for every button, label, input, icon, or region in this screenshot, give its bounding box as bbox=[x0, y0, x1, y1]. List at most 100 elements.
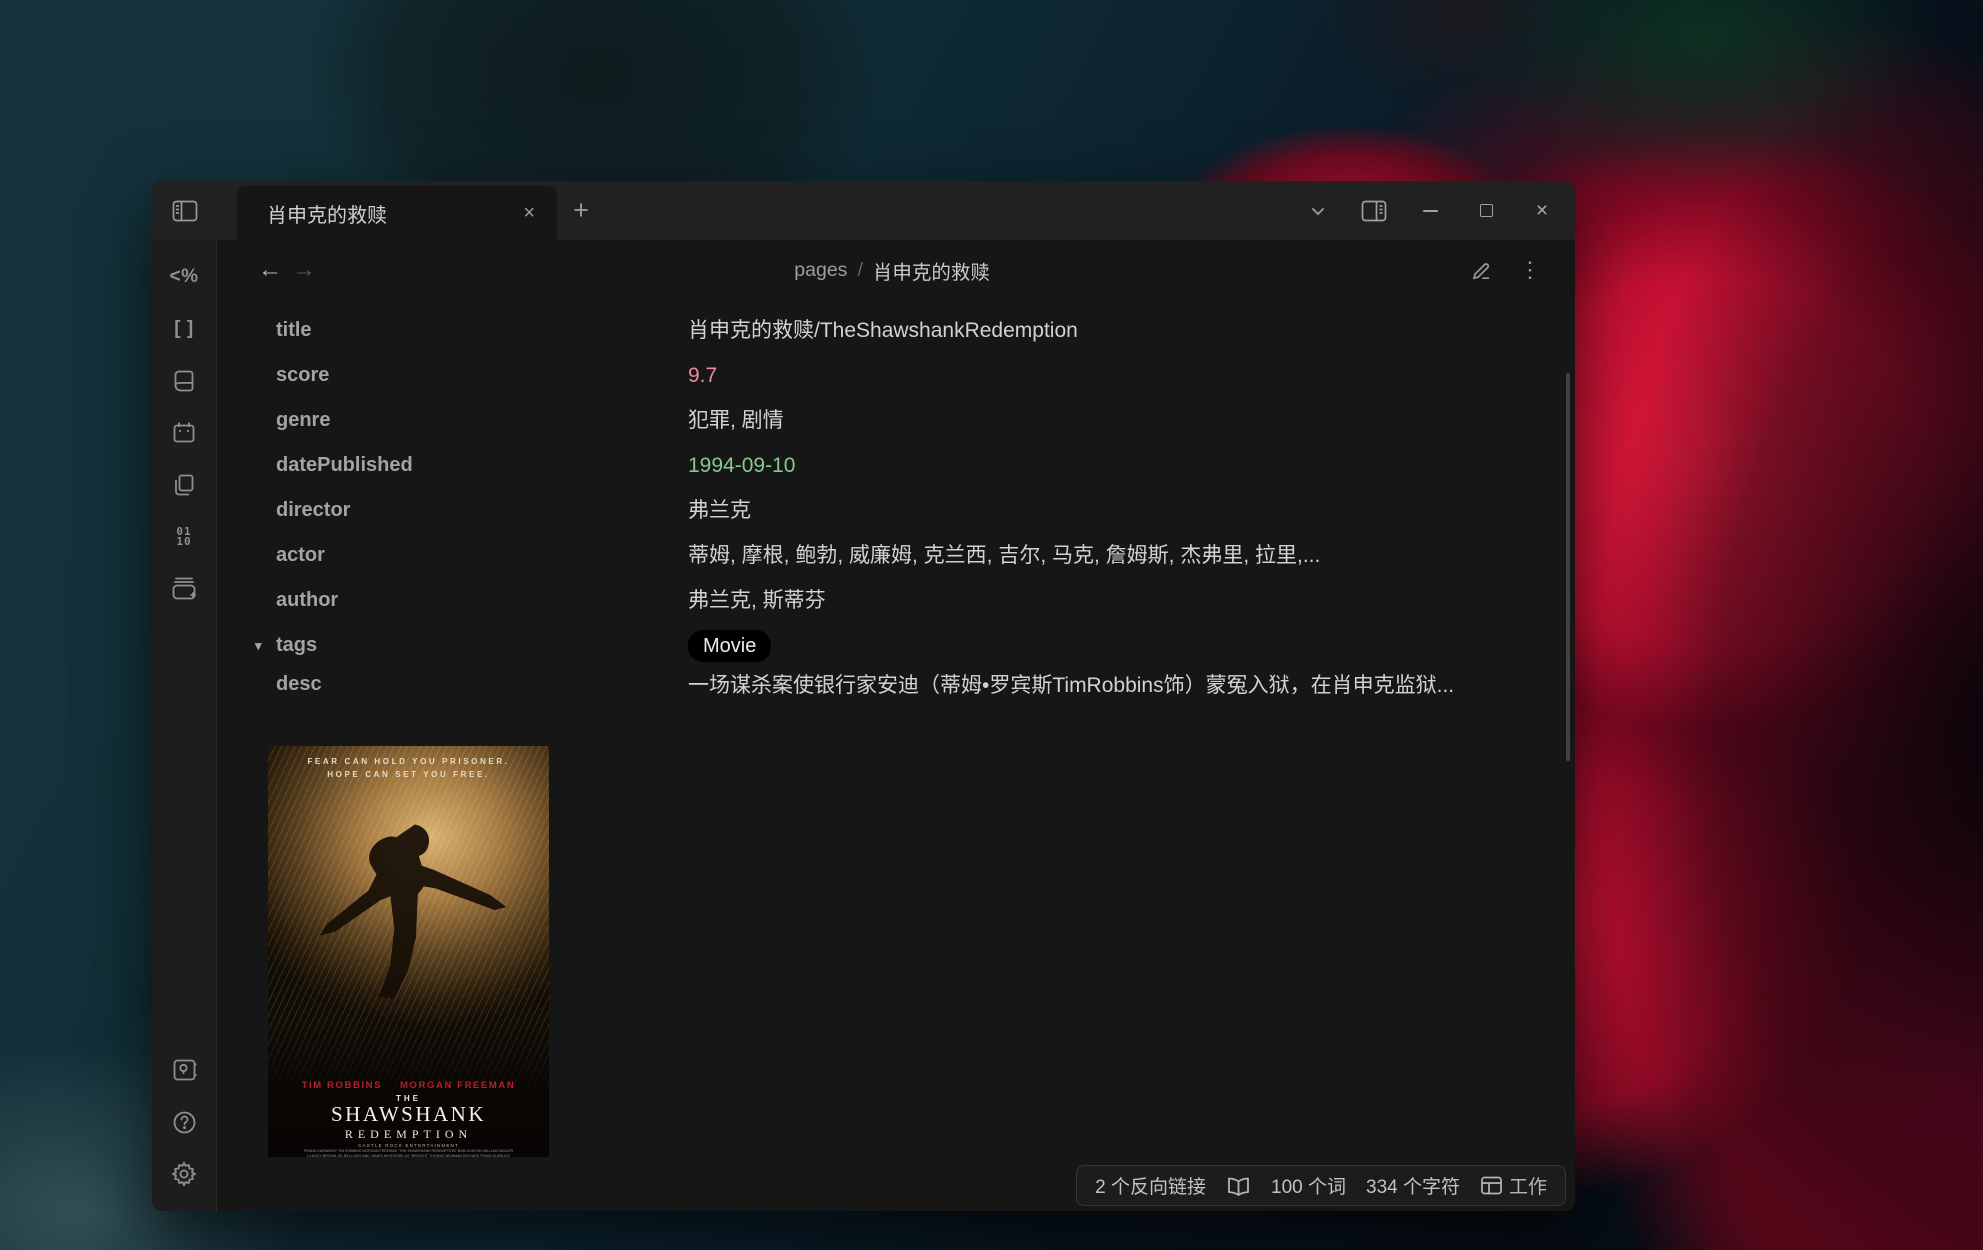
poster-man-silhouette bbox=[291, 786, 527, 1041]
workspace-switcher-button[interactable]: 工作 bbox=[1480, 1172, 1547, 1199]
char-count: 334 个字符 bbox=[1366, 1172, 1460, 1199]
poster-credits-line: CLANCY BROWN GIL BELLOWS AND JAMES WHITM… bbox=[276, 1154, 541, 1157]
attribute-row-title: title 肖申克的救赎/TheShawshankRedemption bbox=[276, 308, 1575, 353]
breadcrumb-parent[interactable]: pages bbox=[794, 259, 847, 282]
attribute-row-desc: desc 一场谋杀案使银行家安迪（蒂姆•罗宾斯TimRobbins饰）蒙冤入狱，… bbox=[276, 668, 1575, 713]
more-options-button[interactable]: ⋮ bbox=[1511, 251, 1549, 289]
close-window-button[interactable]: × bbox=[1521, 190, 1563, 232]
attribute-key[interactable]: ▾ tags bbox=[276, 634, 688, 657]
poster-actor-names: TIM ROBBINS MORGAN FREEMAN bbox=[268, 1080, 549, 1091]
attribute-row-genre: genre 犯罪, 剧情 bbox=[276, 398, 1575, 443]
pencil-icon bbox=[1470, 258, 1494, 282]
back-button[interactable]: ← bbox=[253, 253, 287, 287]
attribute-row-director: director 弗兰克 bbox=[276, 488, 1575, 533]
document-body: title 肖申克的救赎/TheShawshankRedemption scor… bbox=[217, 300, 1575, 1157]
attribute-key[interactable]: score bbox=[276, 364, 688, 387]
binary-icon[interactable]: 01 10 bbox=[167, 522, 201, 552]
tab-close-icon[interactable]: × bbox=[517, 200, 541, 227]
breadcrumb-current[interactable]: 肖申克的救赎 bbox=[873, 256, 990, 285]
workspace-name: 工作 bbox=[1509, 1172, 1547, 1199]
attribute-value: Movie bbox=[688, 628, 771, 664]
tag-movie[interactable]: Movie bbox=[688, 630, 771, 662]
panel-left-icon bbox=[172, 200, 198, 222]
poster-actor-left: TIM ROBBINS bbox=[302, 1080, 382, 1091]
forward-button[interactable]: → bbox=[287, 253, 321, 287]
panel-right-icon bbox=[1361, 200, 1387, 222]
attribute-value[interactable]: 弗兰克, 斯蒂芬 bbox=[688, 583, 826, 619]
toolbar-right: ⋮ bbox=[1463, 251, 1549, 289]
app-window: 肖申克的救赎 × + bbox=[152, 181, 1575, 1211]
vertical-scrollbar[interactable] bbox=[1566, 373, 1570, 761]
workspace-icon bbox=[1480, 1175, 1503, 1196]
titlebar-left-box bbox=[152, 181, 217, 240]
breadcrumb[interactable]: pages / 肖申克的救赎 bbox=[794, 240, 990, 300]
poster-tagline: FEAR CAN HOLD YOU PRISONER. HOPE CAN SET… bbox=[268, 755, 549, 781]
safe-icon[interactable] bbox=[167, 1055, 201, 1085]
poster-tagline-line1: FEAR CAN HOLD YOU PRISONER. bbox=[268, 755, 549, 768]
movie-poster-image[interactable]: FEAR CAN HOLD YOU PRISONER. HOPE CAN SET… bbox=[268, 746, 549, 1157]
settings-icon[interactable] bbox=[167, 1159, 201, 1189]
maximize-icon bbox=[1480, 204, 1493, 217]
attribute-key[interactable]: director bbox=[276, 499, 688, 522]
flashcard-add-icon[interactable] bbox=[167, 574, 201, 604]
backlinks-count[interactable]: 2 个反向链接 bbox=[1095, 1172, 1206, 1199]
titlebar: 肖申克的救赎 × + bbox=[152, 181, 1575, 240]
attribute-row-datepublished: datePublished 1994-09-10 bbox=[276, 443, 1575, 488]
desktop-wallpaper: 肖申克的救赎 × + bbox=[0, 0, 1983, 1250]
editor-pane: ← → pages / 肖申克的救赎 bbox=[217, 240, 1575, 1211]
readonly-toggle-button[interactable] bbox=[1226, 1175, 1251, 1197]
toggle-right-sidebar-button[interactable] bbox=[1353, 190, 1395, 232]
attribute-key[interactable]: datePublished bbox=[276, 454, 688, 477]
new-tab-button[interactable]: + bbox=[557, 181, 605, 240]
attribute-key[interactable]: desc bbox=[276, 668, 688, 696]
toggle-left-sidebar-button[interactable] bbox=[172, 200, 198, 222]
attribute-row-tags: ▾ tags Movie bbox=[276, 623, 1575, 668]
minimize-button[interactable] bbox=[1409, 190, 1451, 232]
attribute-key[interactable]: actor bbox=[276, 544, 688, 567]
left-dock: <% [ ] bbox=[152, 240, 217, 1211]
attribute-value[interactable]: 肖申克的救赎/TheShawshankRedemption bbox=[688, 313, 1078, 349]
attribute-key[interactable]: title bbox=[276, 319, 688, 342]
close-icon: × bbox=[1536, 200, 1548, 221]
attribute-value[interactable]: 弗兰克 bbox=[688, 493, 751, 529]
tab-menu-button[interactable] bbox=[1297, 190, 1339, 232]
book-icon[interactable] bbox=[167, 366, 201, 396]
poster-actor-right: MORGAN FREEMAN bbox=[400, 1080, 515, 1091]
attribute-row-actor: actor 蒂姆, 摩根, 鲍勃, 威廉姆, 克兰西, 吉尔, 马克, 詹姆斯,… bbox=[276, 533, 1575, 578]
attribute-key[interactable]: author bbox=[276, 589, 688, 612]
tab-shawshank[interactable]: 肖申克的救赎 × bbox=[237, 186, 557, 240]
status-bar: 2 个反向链接 100 个词 334 个字符 bbox=[1076, 1165, 1566, 1206]
edit-mode-button[interactable] bbox=[1463, 251, 1501, 289]
attribute-value[interactable]: 犯罪, 剧情 bbox=[688, 403, 784, 439]
poster-credits-block: FRANK DARABONT TIM ROBBINS MORGAN FREEMA… bbox=[276, 1149, 541, 1157]
window-main: <% [ ] bbox=[152, 240, 1575, 1211]
template-icon[interactable]: <% bbox=[167, 262, 201, 292]
attribute-value[interactable]: 1994-09-10 bbox=[688, 448, 795, 484]
minimize-icon bbox=[1423, 210, 1438, 212]
collapse-arrow-icon[interactable]: ▾ bbox=[255, 638, 268, 654]
tab-title: 肖申克的救赎 bbox=[267, 199, 517, 228]
book-open-icon bbox=[1226, 1175, 1251, 1197]
maximize-button[interactable] bbox=[1465, 190, 1507, 232]
documents-icon[interactable] bbox=[167, 470, 201, 500]
attribute-row-score: score 9.7 bbox=[276, 353, 1575, 398]
chevron-down-icon bbox=[1309, 202, 1327, 220]
window-controls: × bbox=[1297, 181, 1563, 240]
calendar-icon[interactable] bbox=[167, 418, 201, 448]
poster-studio-line: CASTLE ROCK ENTERTAINMENT bbox=[268, 1143, 549, 1148]
attribute-key-label: tags bbox=[276, 634, 317, 657]
titlebar-spacer bbox=[605, 181, 1297, 240]
brackets-icon[interactable]: [ ] bbox=[167, 314, 201, 344]
editor-toolbar: ← → pages / 肖申克的救赎 bbox=[217, 240, 1575, 300]
attribute-row-author: author 弗兰克, 斯蒂芬 bbox=[276, 578, 1575, 623]
poster-tagline-line2: HOPE CAN SET YOU FREE. bbox=[268, 768, 549, 781]
poster-title-sub: REDEMPTION bbox=[268, 1127, 549, 1142]
attribute-value[interactable]: 蒂姆, 摩根, 鲍勃, 威廉姆, 克兰西, 吉尔, 马克, 詹姆斯, 杰弗里, … bbox=[688, 538, 1320, 574]
poster-title-main: SHAWSHANK bbox=[268, 1102, 549, 1127]
attribute-key[interactable]: genre bbox=[276, 409, 688, 432]
attribute-value[interactable]: 9.7 bbox=[688, 358, 717, 394]
breadcrumb-separator: / bbox=[857, 259, 862, 282]
attribute-value[interactable]: 一场谋杀案使银行家安迪（蒂姆•罗宾斯TimRobbins饰）蒙冤入狱，在肖申克监… bbox=[688, 668, 1454, 704]
word-count: 100 个词 bbox=[1271, 1172, 1346, 1199]
help-icon[interactable] bbox=[167, 1107, 201, 1137]
